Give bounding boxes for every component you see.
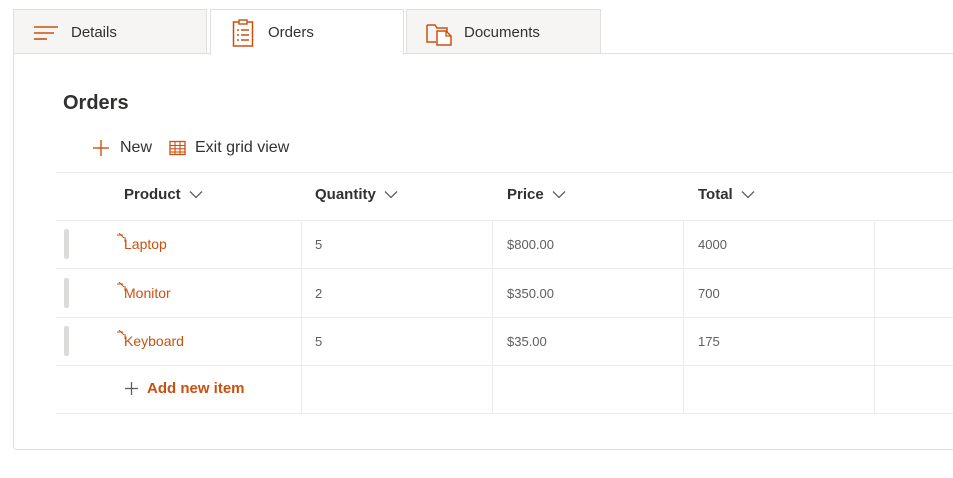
tab-documents-label: Documents xyxy=(464,24,540,41)
quantity-cell[interactable]: 5 xyxy=(315,237,322,252)
row-divider xyxy=(56,268,953,269)
section-title: Orders xyxy=(63,92,129,114)
total-cell[interactable]: 175 xyxy=(698,334,720,349)
row-drag-handle[interactable] xyxy=(64,278,69,308)
column-header-quantity[interactable]: Quantity xyxy=(315,186,398,203)
row-divider xyxy=(56,317,953,318)
add-new-item-label: Add new item xyxy=(147,380,245,397)
tab-details-label: Details xyxy=(71,24,117,41)
form-icon xyxy=(232,19,254,47)
grid-top-border xyxy=(56,172,953,173)
column-header-label: Price xyxy=(507,186,544,203)
plus-icon xyxy=(93,140,109,156)
total-cell[interactable]: 4000 xyxy=(698,237,727,252)
row-drag-handle[interactable] xyxy=(64,326,69,356)
chevron-down-icon xyxy=(384,191,398,199)
tab-orders-label: Orders xyxy=(268,24,314,41)
price-cell[interactable]: $350.00 xyxy=(507,286,554,301)
quantity-cell[interactable]: 5 xyxy=(315,334,322,349)
product-link[interactable]: Keyboard xyxy=(124,333,184,349)
column-header-price[interactable]: Price xyxy=(507,186,566,203)
chevron-down-icon xyxy=(741,191,755,199)
chevron-down-icon xyxy=(552,191,566,199)
price-cell[interactable]: $800.00 xyxy=(507,237,554,252)
lines-icon xyxy=(34,26,58,40)
column-header-total[interactable]: Total xyxy=(698,186,755,203)
column-divider xyxy=(492,221,493,413)
grid-bottom-border xyxy=(56,413,953,414)
column-header-product[interactable]: Product xyxy=(124,186,203,203)
chevron-down-icon xyxy=(189,191,203,199)
exit-grid-view-button[interactable]: Exit grid view xyxy=(169,136,289,160)
exit-grid-view-label: Exit grid view xyxy=(195,139,290,156)
quantity-cell[interactable]: 2 xyxy=(315,286,322,301)
grid-header-border xyxy=(56,220,953,221)
add-new-item-button[interactable]: Add new item xyxy=(124,380,245,397)
tab-orders[interactable]: Orders xyxy=(210,9,404,55)
product-link[interactable]: Laptop xyxy=(124,236,167,252)
row-drag-handle[interactable] xyxy=(64,229,69,259)
new-button-label: New xyxy=(120,139,153,156)
column-header-label: Quantity xyxy=(315,186,376,203)
column-header-label: Product xyxy=(124,186,181,203)
tab-documents[interactable]: Documents xyxy=(406,9,601,53)
folder-document-icon xyxy=(426,24,452,46)
product-link[interactable]: Monitor xyxy=(124,285,171,301)
column-divider xyxy=(683,221,684,413)
tab-details[interactable]: Details xyxy=(13,9,207,53)
column-divider xyxy=(301,221,302,413)
row-divider xyxy=(56,365,953,366)
column-header-label: Total xyxy=(698,186,733,203)
column-divider xyxy=(874,221,875,413)
plus-icon xyxy=(125,382,138,395)
price-cell[interactable]: $35.00 xyxy=(507,334,547,349)
grid-icon xyxy=(169,140,186,156)
total-cell[interactable]: 700 xyxy=(698,286,720,301)
new-button[interactable]: New xyxy=(91,136,152,160)
